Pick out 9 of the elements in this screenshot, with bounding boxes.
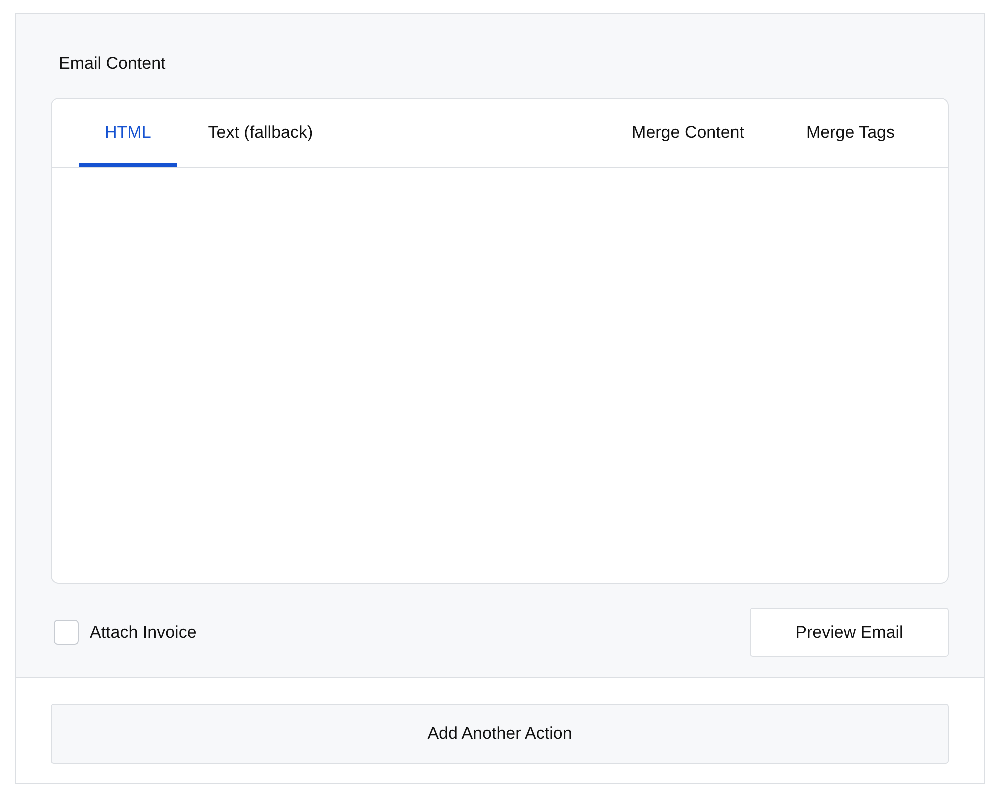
editor-tab[interactable]: HTML <box>79 99 178 167</box>
checkbox-label: Attach Invoice <box>90 622 197 642</box>
editor-tab[interactable]: Merge Tags <box>780 99 921 167</box>
preview-email-button[interactable]: Preview Email <box>750 608 949 657</box>
editor-tab[interactable]: Merge Content <box>606 99 770 167</box>
add-action-button[interactable]: Add Another Action <box>51 704 949 764</box>
section-title: Email Content <box>59 54 166 74</box>
editor-tab[interactable]: Text (fallback) <box>182 99 340 167</box>
attach-invoice-checkbox[interactable] <box>54 620 79 645</box>
